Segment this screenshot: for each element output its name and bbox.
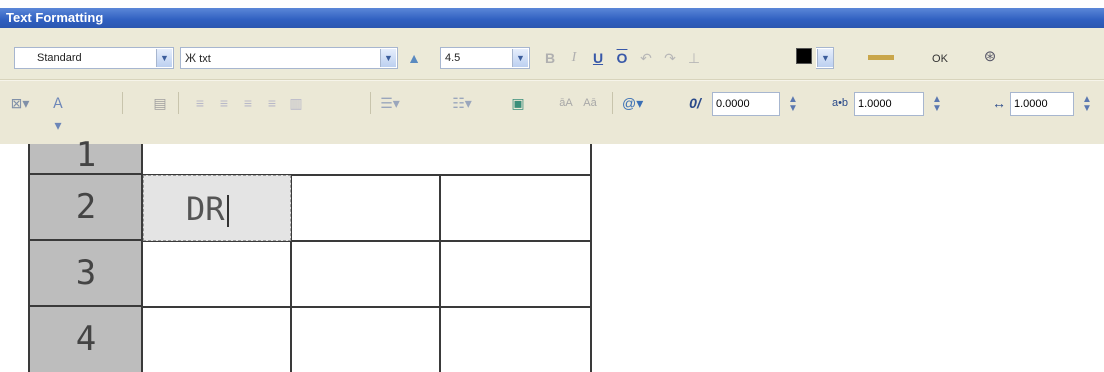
justify-icon[interactable]: ≡ bbox=[262, 92, 282, 114]
font-combo[interactable]: Ж txt ▼ bbox=[180, 47, 398, 69]
italic-icon[interactable]: I bbox=[564, 47, 584, 69]
line-spacing-icon[interactable]: ☰▾ bbox=[380, 92, 400, 114]
columns-icon[interactable]: ▤ bbox=[150, 92, 170, 114]
width-factor-input[interactable]: 1.0000 ▲ ▼ bbox=[1010, 92, 1092, 116]
overline-icon[interactable]: O bbox=[612, 47, 632, 69]
width-factor-value: 1.0000 bbox=[1014, 98, 1048, 110]
font-icon: Ж bbox=[185, 51, 197, 65]
text-height-value: 4.5 bbox=[445, 52, 461, 64]
window-title-bar: Text Formatting bbox=[0, 8, 1104, 28]
chevron-down-icon[interactable]: ▼ bbox=[817, 49, 833, 67]
align-right-icon[interactable]: ≡ bbox=[238, 92, 258, 114]
align-left-icon[interactable]: ≡ bbox=[190, 92, 210, 114]
separator bbox=[178, 92, 179, 114]
spin-arrows-icon[interactable]: ▲ ▼ bbox=[929, 95, 945, 114]
justification-icon[interactable]: ⊠▾ bbox=[10, 92, 30, 114]
separator bbox=[122, 92, 123, 114]
spin-arrows-icon[interactable]: ▲ ▼ bbox=[1079, 95, 1095, 114]
bold-icon[interactable]: B bbox=[540, 47, 560, 69]
underline-icon[interactable]: U bbox=[588, 47, 608, 69]
row-header-3[interactable]: 3 bbox=[30, 241, 142, 307]
text-height-icon: ▲ bbox=[407, 50, 421, 66]
paragraph-icon[interactable]: Ａ▾ bbox=[48, 92, 68, 133]
row-header-label: 1 bbox=[75, 135, 97, 175]
style-combo[interactable]: Standard ▼ bbox=[14, 47, 174, 69]
oblique-angle-value: 0.0000 bbox=[716, 98, 750, 110]
ok-button[interactable]: OK bbox=[926, 49, 954, 69]
grid-line bbox=[28, 144, 30, 372]
redo-icon[interactable]: ↷ bbox=[660, 47, 680, 69]
numbering-icon[interactable]: ☷▾ bbox=[452, 92, 472, 114]
tracking-icon: a•b bbox=[831, 97, 849, 109]
tracking-input[interactable]: 1.0000 ▲ ▼ bbox=[854, 92, 942, 116]
cell-text: DR bbox=[186, 190, 225, 228]
chevron-down-icon[interactable]: ▼ bbox=[156, 49, 172, 67]
options-icon[interactable]: ⊛ bbox=[980, 46, 1000, 68]
spin-arrows-icon[interactable]: ▲ ▼ bbox=[785, 95, 801, 114]
color-swatch[interactable] bbox=[796, 48, 812, 64]
grid-line bbox=[141, 306, 592, 308]
row-header-1[interactable]: 1 bbox=[30, 138, 142, 175]
chevron-down-icon[interactable]: ▼ bbox=[380, 49, 396, 67]
lowercase-icon[interactable]: Aā bbox=[580, 92, 600, 114]
uppercase-icon[interactable]: āA bbox=[556, 92, 576, 114]
grid-line bbox=[590, 144, 592, 372]
align-center-icon[interactable]: ≡ bbox=[214, 92, 234, 114]
row-header-label: 4 bbox=[75, 319, 97, 359]
distribute-icon[interactable]: ▥ bbox=[286, 92, 306, 114]
font-value: txt bbox=[199, 53, 211, 65]
style-value: Standard bbox=[37, 52, 82, 64]
insert-field-icon[interactable]: ▣ bbox=[508, 92, 528, 114]
text-cursor bbox=[226, 195, 229, 227]
width-factor-icon: ↔ bbox=[992, 95, 1006, 111]
color-dropdown[interactable]: ▼ bbox=[816, 47, 834, 69]
window-title: Text Formatting bbox=[6, 10, 104, 25]
row-header-4[interactable]: 4 bbox=[30, 307, 142, 372]
active-edit-cell[interactable]: DR bbox=[143, 175, 291, 241]
tracking-value: 1.0000 bbox=[858, 98, 892, 110]
row-header-2[interactable]: 2 bbox=[30, 175, 142, 241]
separator bbox=[370, 92, 371, 114]
chevron-down-icon[interactable]: ▼ bbox=[512, 49, 528, 67]
ok-label: OK bbox=[932, 53, 948, 65]
row-header-label: 3 bbox=[75, 253, 97, 293]
undo-icon[interactable]: ↶ bbox=[636, 47, 656, 69]
oblique-angle-icon: 0/ bbox=[689, 95, 701, 111]
symbol-icon[interactable]: @▾ bbox=[622, 92, 643, 114]
separator bbox=[612, 92, 613, 114]
grid-line bbox=[439, 175, 441, 372]
row-header-label: 2 bbox=[75, 187, 97, 227]
oblique-angle-input[interactable]: 0.0000 ▲ ▼ bbox=[712, 92, 798, 116]
text-height-combo[interactable]: 4.5 ▼ bbox=[440, 47, 530, 69]
stack-icon[interactable]: ⊥ bbox=[684, 47, 704, 69]
ruler-icon[interactable] bbox=[868, 55, 894, 60]
